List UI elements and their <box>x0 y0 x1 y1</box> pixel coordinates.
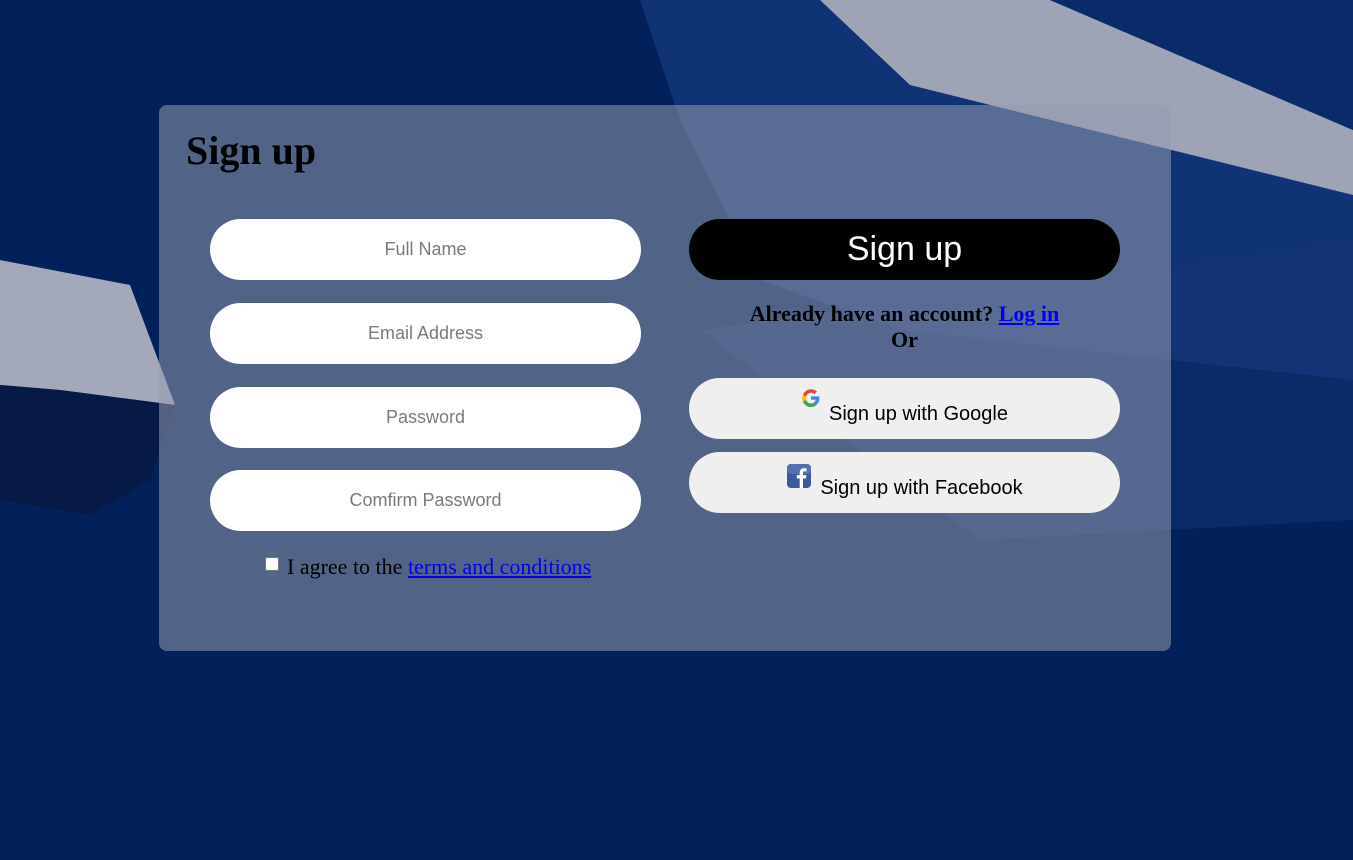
google-signup-label: Sign up with Google <box>828 403 1008 425</box>
facebook-signup-label: Sign up with Facebook <box>820 477 1023 499</box>
facebook-signup-button[interactable]: Sign up with Facebook <box>689 452 1120 513</box>
terms-link[interactable]: terms and conditions <box>408 554 591 580</box>
terms-checkbox[interactable] <box>265 557 279 571</box>
signup-button[interactable]: Sign up <box>689 219 1120 280</box>
login-prompt: Already have an account? Log in <box>689 301 1120 327</box>
password-input[interactable] <box>210 387 641 448</box>
login-link[interactable]: Log in <box>999 301 1060 326</box>
terms-agreement: I agree to the terms and conditions <box>265 554 591 580</box>
already-account-text: Already have an account? <box>749 301 994 326</box>
terms-prefix-text: I agree to the <box>287 554 403 579</box>
facebook-icon <box>786 463 812 495</box>
confirm-password-input[interactable] <box>210 470 641 531</box>
page-title: Sign up <box>186 128 317 173</box>
google-signup-button[interactable]: Sign up with Google <box>689 378 1120 439</box>
or-separator: Or <box>891 327 918 352</box>
signup-button-label: Sign up <box>846 230 963 268</box>
google-icon <box>801 388 821 414</box>
full-name-input[interactable] <box>210 219 641 280</box>
signup-card: Sign up I agree to the terms and conditi… <box>159 105 1171 651</box>
email-input[interactable] <box>210 303 641 364</box>
